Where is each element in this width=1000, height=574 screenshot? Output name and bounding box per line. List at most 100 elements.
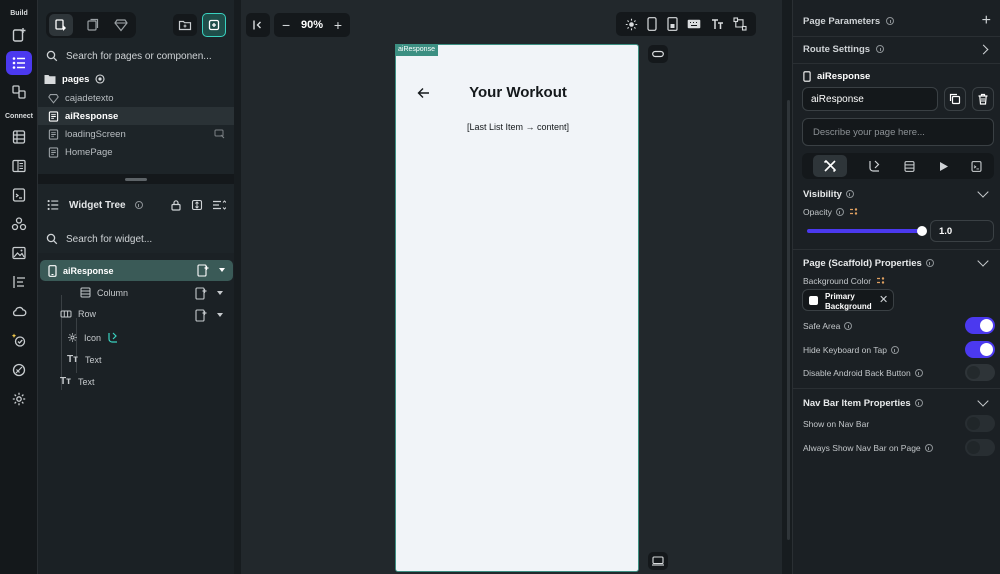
toggle-frame-icon	[652, 50, 664, 58]
add-page-button[interactable]	[202, 13, 226, 37]
screen-options-button[interactable]	[648, 45, 668, 63]
add-page-button[interactable]	[6, 23, 32, 47]
resize-handle[interactable]	[125, 178, 147, 181]
info-icon[interactable]	[134, 201, 143, 209]
schema-nav-button[interactable]	[6, 154, 32, 178]
back-arrow-icon[interactable]	[417, 87, 430, 99]
disable-back-toggle[interactable]	[965, 364, 995, 381]
tab-properties[interactable]	[812, 155, 847, 177]
tree-item-text[interactable]: Tт Text	[60, 372, 233, 392]
media-nav-button[interactable]	[6, 241, 32, 265]
canvas-scrollbar[interactable]	[787, 100, 790, 540]
safe-area-label: Safe Area	[803, 321, 841, 331]
info-icon[interactable]	[925, 259, 934, 267]
page-search-input[interactable]: Search for pages or componen...	[66, 51, 212, 62]
actions-icon[interactable]	[868, 160, 881, 173]
components-nav-button[interactable]	[6, 80, 32, 104]
info-icon[interactable]	[924, 444, 933, 452]
page-description-input[interactable]: Describe your page here...	[802, 118, 994, 146]
clear-color-icon[interactable]: ✕	[879, 293, 888, 306]
tree-item-icon[interactable]: Icon	[67, 328, 233, 348]
zoom-out-button[interactable]: −	[282, 18, 290, 32]
info-icon[interactable]	[886, 17, 895, 25]
sparkle-check-icon	[11, 333, 26, 347]
hide-keyboard-toggle[interactable]	[965, 341, 995, 358]
info-icon[interactable]	[914, 399, 923, 407]
route-settings-row[interactable]: Route Settings	[793, 40, 1000, 58]
page-item-loadingscreen[interactable]: loadingScreen	[38, 125, 234, 143]
tab-components[interactable]	[109, 14, 133, 36]
chevron-right-icon[interactable]	[978, 44, 989, 54]
page-parameters-row[interactable]: Page Parameters +	[793, 12, 1000, 30]
duplicate-page-button[interactable]	[944, 87, 966, 111]
info-icon[interactable]	[876, 45, 885, 53]
bottom-device-button[interactable]	[648, 552, 668, 570]
panel-divider[interactable]	[38, 174, 234, 184]
visibility-header[interactable]: Visibility	[793, 186, 1000, 201]
opacity-slider-track[interactable]	[807, 226, 927, 236]
delete-page-button[interactable]	[972, 87, 994, 111]
info-icon[interactable]	[835, 208, 844, 216]
code-icon[interactable]	[970, 160, 983, 173]
play-icon[interactable]	[938, 161, 949, 172]
widget-search-input[interactable]: Search for widget...	[66, 234, 152, 245]
tablet-device-icon[interactable]	[667, 17, 678, 31]
integrations-icon	[11, 217, 27, 231]
path-nodes-icon[interactable]	[733, 17, 747, 31]
integrations-nav-button[interactable]	[6, 212, 32, 236]
opacity-slider-thumb[interactable]	[917, 226, 927, 236]
scaffold-header[interactable]: Page (Scaffold) Properties	[793, 255, 1000, 270]
show-navbar-toggle[interactable]	[965, 415, 995, 432]
new-folder-button[interactable]	[173, 14, 197, 36]
phone-screen[interactable]: aiResponse Your Workout [Last List Item …	[395, 44, 639, 572]
zoom-in-button[interactable]: +	[334, 18, 342, 32]
info-icon[interactable]	[845, 190, 854, 198]
page-item-airesponse[interactable]: aiResponse	[38, 107, 234, 125]
data-nav-button[interactable]	[6, 125, 32, 149]
ai-agent-nav-button[interactable]	[6, 328, 32, 352]
chevron-down-icon[interactable]	[977, 255, 989, 267]
variable-binding-icon	[849, 208, 858, 215]
page-item-cajadetexto[interactable]: cajadetexto	[38, 89, 234, 107]
tree-item-text[interactable]: Tт Text	[67, 350, 233, 370]
panel-splitter[interactable]	[234, 0, 241, 574]
info-icon[interactable]	[914, 369, 923, 377]
page-search[interactable]: Search for pages or componen...	[38, 43, 234, 69]
backend-query-icon[interactable]	[903, 160, 916, 173]
widget-tree-nav-button[interactable]	[6, 51, 32, 75]
tab-pages[interactable]	[49, 14, 73, 36]
page-item-homepage[interactable]: HomePage	[38, 143, 234, 161]
info-icon[interactable]	[844, 322, 853, 330]
cloud-nav-button[interactable]	[6, 299, 32, 323]
theme-nav-button[interactable]	[6, 358, 32, 382]
phone-device-icon[interactable]	[647, 17, 657, 31]
light-mode-icon[interactable]	[625, 18, 638, 31]
tab-layers[interactable]	[81, 14, 105, 36]
text-scale-icon[interactable]	[711, 18, 724, 30]
chevron-down-icon[interactable]	[977, 186, 989, 198]
opacity-input[interactable]: 1.0	[930, 220, 994, 242]
always-show-navbar-toggle[interactable]	[965, 439, 995, 456]
settings-nav-button[interactable]	[6, 387, 32, 411]
tree-item-airesponse[interactable]: aiResponse	[40, 260, 233, 281]
page-item-label: aiResponse	[65, 110, 119, 122]
info-icon[interactable]	[890, 346, 899, 354]
tree-item-label: Column	[97, 287, 129, 298]
design-canvas[interactable]: − 90% + aiResponse Your Workout [Last Li…	[234, 0, 786, 574]
custom-code-nav-button[interactable]	[6, 183, 32, 207]
add-parameter-icon[interactable]: +	[982, 13, 991, 29]
collapse-panel-button[interactable]	[246, 13, 270, 37]
bg-color-picker[interactable]: Primary Background ✕	[802, 289, 894, 311]
tree-item-row[interactable]: Row	[60, 305, 233, 325]
keyboard-icon[interactable]	[687, 19, 701, 29]
widget-search[interactable]: Search for widget...	[38, 226, 234, 252]
tree-item-column[interactable]: Column	[80, 283, 233, 303]
text-icon: Tт	[67, 354, 79, 365]
pages-folder[interactable]: pages	[38, 70, 234, 88]
navbar-header[interactable]: Nav Bar Item Properties	[793, 395, 1000, 410]
safe-area-toggle[interactable]	[965, 317, 995, 334]
storyboard-nav-button[interactable]	[6, 270, 32, 294]
tree-item-label: Row	[78, 309, 97, 319]
chevron-down-icon[interactable]	[977, 395, 989, 407]
page-name-input[interactable]: aiResponse	[802, 87, 938, 111]
